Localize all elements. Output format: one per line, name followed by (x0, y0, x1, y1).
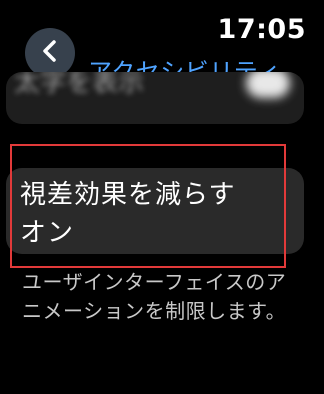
highlight-box (10, 144, 286, 268)
previous-setting-toggle[interactable] (246, 72, 290, 98)
back-button[interactable] (25, 28, 75, 78)
setting-description: ユーザインターフェイスのアニメーションを制限します。 (22, 270, 287, 323)
watch-screen: 17:05 アクセシビリティ 太字を表示 視差効果を減らす オン ユーザインター… (0, 0, 324, 394)
previous-setting-row[interactable]: 太字を表示 (6, 72, 304, 124)
chevron-left-icon (40, 39, 60, 67)
previous-setting-label: 太字を表示 (14, 72, 145, 98)
status-time: 17:05 (217, 14, 306, 45)
